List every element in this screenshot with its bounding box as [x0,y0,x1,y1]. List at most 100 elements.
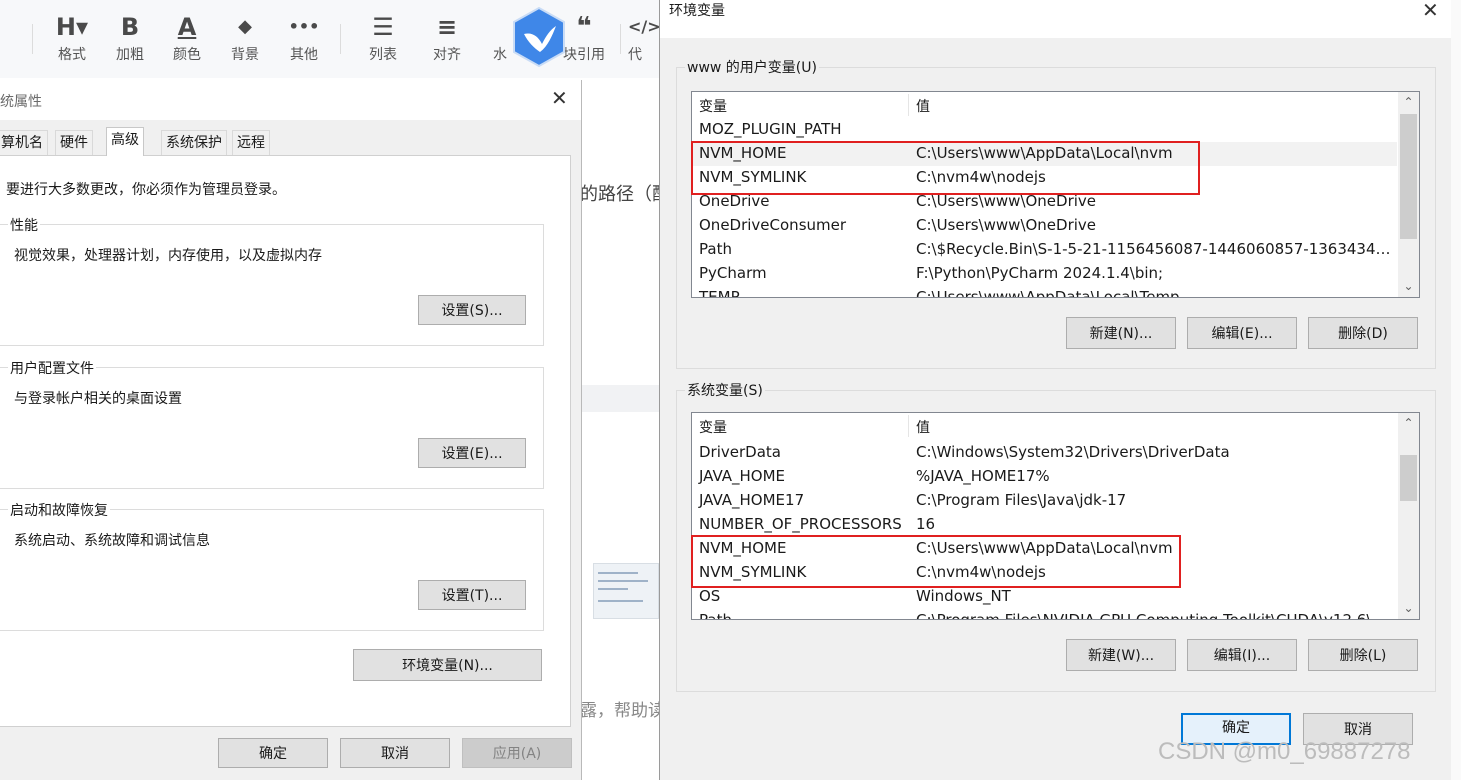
align-button[interactable]: ≡ 对齐 [419,10,475,64]
cancel-button[interactable]: 取消 [340,738,450,768]
user-profile-label: 用户配置文件 [8,358,96,378]
variable-name: PyCharm [699,264,767,282]
system-variables-list[interactable]: 变量 值 DriverData C:\Windows\System32\Driv… [691,412,1420,620]
bold-icon: B [120,13,140,41]
more-button[interactable]: ••• 其他 [276,10,332,64]
scroll-thumb[interactable] [1400,114,1417,239]
env-titlebar: 环境变量 ✕ [660,0,1452,38]
startup-settings-button[interactable]: 设置(T)... [418,580,526,610]
variable-name: OS [699,587,721,605]
user-edit-button[interactable]: 编辑(E)... [1187,317,1297,349]
background-strip [580,385,660,412]
variable-name: NVM_HOME [699,144,787,162]
user-delete-button[interactable]: 删除(D) [1308,317,1418,349]
variable-name: NVM_SYMLINK [699,563,807,581]
tab-advanced[interactable]: 高级 [106,127,144,156]
tab-computer-name[interactable]: 算机名 [0,130,48,155]
variable-name: Path [699,611,732,620]
list-header: 变量 值 [692,413,1397,439]
toolbar-divider [32,24,33,54]
close-icon[interactable]: ✕ [551,86,568,110]
variable-value: 16 [916,515,936,533]
table-row[interactable]: PyCharm F:\Python\PyCharm 2024.1.4\bin; [692,262,1397,286]
column-header-name[interactable]: 变量 [699,417,727,437]
background-thumbnail [593,563,659,619]
table-row[interactable]: DriverData C:\Windows\System32\Drivers\D… [692,441,1397,465]
table-row[interactable]: Path C:\Program Files\NVIDIA GPU Computi… [692,609,1397,620]
environment-variables-button[interactable]: 环境变量(N)... [353,649,542,681]
user-profile-settings-button[interactable]: 设置(E)... [418,438,526,468]
performance-settings-button[interactable]: 设置(S)... [418,295,526,325]
variable-value: C:\Users\www\OneDrive [916,216,1097,234]
scroll-thumb[interactable] [1400,455,1417,501]
table-row[interactable]: JAVA_HOME %JAVA_HOME17% [692,465,1397,489]
system-new-button[interactable]: 新建(W)... [1066,639,1176,671]
system-delete-button[interactable]: 删除(L) [1308,639,1418,671]
variable-name: JAVA_HOME17 [699,491,805,509]
background-button[interactable]: ◆ 背景 [217,10,273,64]
variable-value: Windows_NT [916,587,1011,605]
column-header-value[interactable]: 值 [916,417,930,437]
system-properties-titlebar: 统属性 ✕ [0,80,581,120]
column-header-value[interactable]: 值 [916,96,930,116]
user-profile-group: 用户配置文件 与登录帐户相关的桌面设置 设置(E)... [0,358,544,489]
variable-value: C:\nvm4w\nodejs [916,168,1046,186]
format-label: 格式 [58,47,86,63]
variable-name: OneDrive [699,192,770,210]
table-row[interactable]: Path C:\$Recycle.Bin\S-1-5-21-1156456087… [692,238,1397,262]
list-icon: ☰ [372,13,394,41]
table-row[interactable]: NVM_SYMLINK C:\nvm4w\nodejs [692,561,1397,585]
admin-note: 要进行大多数更改，你必须作为管理员登录。 [6,182,286,198]
column-divider[interactable] [908,94,909,116]
table-row[interactable]: NVM_HOME C:\Users\www\AppData\Local\nvm [692,537,1397,561]
toolbar-cut-item[interactable]: ) 已 [0,10,18,64]
table-row[interactable]: NVM_HOME C:\Users\www\AppData\Local\nvm [692,142,1397,166]
column-header-name[interactable]: 变量 [699,96,727,116]
table-row[interactable]: OneDrive C:\Users\www\OneDrive [692,190,1397,214]
vertical-scrollbar[interactable]: ⌃ ⌄ [1398,413,1419,619]
system-edit-button[interactable]: 编辑(I)... [1187,639,1297,671]
bold-button[interactable]: B 加粗 [102,10,158,64]
format-button[interactable]: H▾ 格式 [44,10,100,64]
column-divider[interactable] [908,415,909,437]
color-button[interactable]: A 颜色 [159,10,215,64]
toolbar-divider [620,24,621,54]
variable-value: C:\Users\www\AppData\Local\nvm [916,539,1173,557]
toolbar-divider [340,24,341,54]
user-profile-desc: 与登录帐户相关的桌面设置 [14,391,182,407]
tab-remote[interactable]: 远程 [232,130,270,155]
table-row[interactable]: NUMBER_OF_PROCESSORS 16 [692,513,1397,537]
table-row[interactable]: TEMP C:\Users\www\AppData\Local\Temp [692,286,1397,297]
user-new-button[interactable]: 新建(N)... [1066,317,1176,349]
color-label: 颜色 [173,47,201,63]
vertical-scrollbar[interactable]: ⌃ ⌄ [1398,92,1419,297]
tab-hardware[interactable]: 硬件 [55,130,93,155]
page-scrollbar[interactable] [1451,0,1461,780]
table-row[interactable]: NVM_SYMLINK C:\nvm4w\nodejs [692,166,1397,190]
scroll-down-icon[interactable]: ⌄ [1398,278,1419,295]
scroll-up-icon[interactable]: ⌃ [1398,94,1419,111]
variable-value: F:\Python\PyCharm 2024.1.4\bin; [916,264,1164,282]
dialog-title: 统属性 [0,94,42,110]
table-row[interactable]: OS Windows_NT [692,585,1397,609]
table-row[interactable]: MOZ_PLUGIN_PATH [692,118,1397,142]
user-variables-label: www 的用户变量(U) [685,57,819,77]
user-variables-frame: www 的用户变量(U) 变量 值 MOZ_PLUGIN_PATH NVM_HO… [676,57,1436,369]
variable-name: JAVA_HOME [699,467,786,485]
variable-value: C:\Program Files\Java\jdk-17 [916,491,1127,509]
ok-button[interactable]: 确定 [218,738,328,768]
table-row[interactable]: OneDriveConsumer C:\Users\www\OneDrive [692,214,1397,238]
system-properties-dialog: 统属性 ✕ 算机名 硬件 高级 系统保护 远程 要进行大多数更改，你必须作为管理… [0,80,582,780]
apply-button[interactable]: 应用(A) [462,738,572,768]
scroll-up-icon[interactable]: ⌃ [1398,415,1419,432]
scroll-down-icon[interactable]: ⌄ [1398,600,1419,617]
tab-system-protection[interactable]: 系统保护 [161,130,227,155]
heading-icon: H▾ [55,13,89,41]
align-icon: ≡ [436,13,458,41]
user-variables-list[interactable]: 变量 值 MOZ_PLUGIN_PATH NVM_HOME C:\Users\w… [691,91,1420,298]
toolbar-cut-label: 已 [0,44,18,64]
close-icon[interactable]: ✕ [1422,0,1439,22]
background-label: 背景 [231,47,259,63]
table-row[interactable]: JAVA_HOME17 C:\Program Files\Java\jdk-17 [692,489,1397,513]
list-button[interactable]: ☰ 列表 [355,10,411,64]
